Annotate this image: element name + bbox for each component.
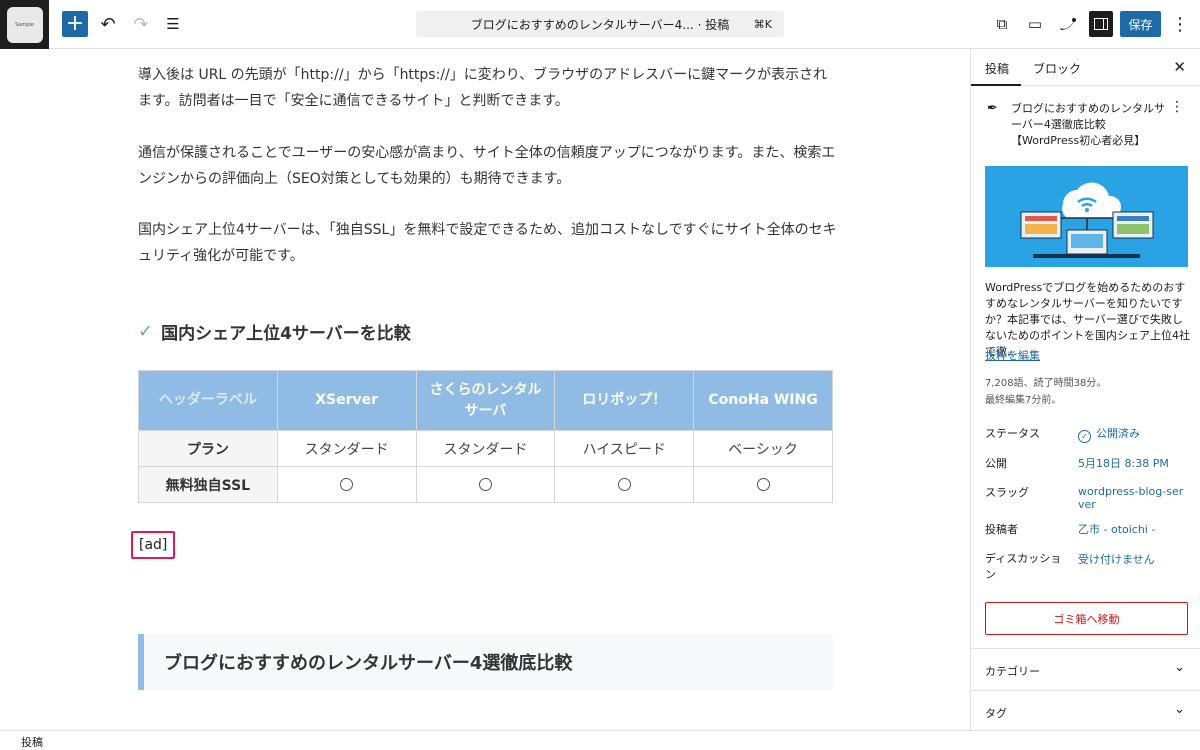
active-tab-indicator (971, 84, 1021, 86)
table-cell[interactable]: ハイスピード (554, 430, 695, 467)
table-header-row: ヘッダーラベル XServer さくらのレンタルサーバ ロリポップ！ ConoH… (138, 370, 833, 431)
site-logo-text: Sample (15, 21, 34, 28)
table-cell[interactable]: ○ (415, 466, 556, 503)
circle-mark-icon (617, 478, 631, 491)
sidebar-tabs: 投稿 ブロック ✕ (971, 49, 1200, 86)
table-cell[interactable]: スタンダード (276, 430, 417, 467)
table-row-header[interactable]: 無料独自SSL (138, 466, 278, 503)
circle-mark-icon (340, 478, 354, 491)
category-panel[interactable]: カテゴリー ⌄ (971, 648, 1200, 690)
heading-2-block[interactable]: ブログにおすすめのレンタルサーバー4選徹底比較 (138, 634, 833, 690)
table-row: プラン スタンダード スタンダード ハイスピード ベーシック (138, 430, 833, 467)
settings-toggle-button[interactable] (1089, 11, 1113, 37)
table-header-cell[interactable]: ロリポップ！ (554, 370, 695, 431)
preview-icon[interactable]: ▭ (1025, 10, 1045, 38)
list-view-icon[interactable]: ☰ (163, 10, 183, 38)
plugin-icon[interactable] (1057, 10, 1079, 38)
close-icon[interactable]: ✕ (1173, 58, 1186, 76)
kebab-menu-icon[interactable]: ⋮ (1170, 99, 1184, 115)
swell-plugin-icon (1060, 18, 1076, 30)
editor-canvas[interactable]: 導入後は URL の先頭が「http://」から「https://」に変わり、ブ… (0, 49, 970, 730)
table-row: 無料独自SSL ○ ○ ○ ○ (138, 466, 833, 503)
featured-image[interactable] (985, 166, 1188, 267)
heading-3-text: 国内シェア上位4サーバーを比較 (161, 324, 411, 344)
heading-3-block[interactable]: ✓ 国内シェア上位4サーバーを比較 (138, 319, 411, 344)
shortcode-block[interactable]: [ad] (131, 531, 176, 559)
post-pen-icon: ✒ (987, 101, 998, 116)
publish-label: 公開 (985, 457, 1007, 470)
table-header-cell[interactable]: さくらのレンタルサーバ (415, 370, 556, 431)
author-value[interactable]: 乙市 - otoichi - (1078, 523, 1188, 536)
chevron-down-icon: ⌄ (1174, 702, 1185, 717)
status-value[interactable]: ✓ 公開済み (1078, 427, 1188, 443)
site-logo-button[interactable]: Sample (0, 0, 49, 49)
document-title-bar[interactable]: ブログにおすすめのレンタルサーバー4... · 投稿 ⌘K (416, 11, 784, 37)
add-block-icon[interactable]: + (62, 11, 88, 37)
document-title: ブログにおすすめのレンタルサーバー4... · 投稿 (470, 17, 730, 32)
discussion-value[interactable]: 受け付けません (1078, 553, 1188, 566)
post-meta: 7,208語、読了時間38分。 最終編集7分前。 (985, 375, 1106, 409)
circle-mark-icon (756, 478, 770, 491)
table-cell[interactable]: ○ (554, 466, 695, 503)
tab-post[interactable]: 投稿 (985, 60, 1009, 77)
table-cell[interactable]: ベーシック (693, 430, 833, 467)
circle-mark-icon (478, 478, 492, 491)
word-count: 7,208語、読了時間38分。 (985, 378, 1107, 389)
discussion-label: ディスカッション (985, 552, 1062, 581)
paragraph-block[interactable]: 導入後は URL の先頭が「http://」から「https://」に変わり、ブ… (138, 62, 838, 114)
table-cell[interactable]: スタンダード (415, 430, 556, 467)
undo-icon[interactable]: ↶ (98, 10, 118, 38)
slug-value[interactable]: wordpress-blog-server (1078, 485, 1188, 511)
tab-block[interactable]: ブロック (1033, 60, 1081, 77)
settings-sidebar: 投稿 ブロック ✕ ✒ ブログにおすすめのレンタルサーバー4選徹底比較【Word… (970, 49, 1200, 730)
table-row-header[interactable]: プラン (138, 430, 278, 467)
chevron-down-icon: ⌄ (1174, 660, 1185, 675)
published-check-icon: ✓ (1078, 430, 1091, 443)
breadcrumb-post[interactable]: 投稿 (21, 734, 43, 750)
site-logo-image: Sample (6, 6, 43, 43)
move-to-trash-button[interactable]: ゴミ箱へ移動 (985, 602, 1188, 635)
paragraph-block[interactable]: 国内シェア上位4サーバーは、「独自SSL」を無料で設定できるため、追加コストなし… (138, 217, 838, 269)
status-label: ステータス (985, 427, 1040, 440)
tag-panel-label: タグ (985, 707, 1007, 720)
last-edited: 最終編集7分前。 (985, 395, 1062, 406)
tag-panel[interactable]: タグ ⌄ (971, 690, 1200, 730)
view-post-icon[interactable]: ⧉ (992, 10, 1012, 38)
publish-date-value[interactable]: 5月18日 8:38 PM (1078, 457, 1188, 470)
table-cell[interactable]: ○ (693, 466, 833, 503)
paragraph-block[interactable]: 通信が保護されることでユーザーの安心感が高まり、サイト全体の信頼度アップにつなが… (138, 140, 838, 192)
table-cell[interactable]: ○ (276, 466, 417, 503)
command-shortcut: ⌘K (753, 17, 772, 31)
status-value-text: 公開済み (1096, 427, 1140, 440)
post-title-summary: ブログにおすすめのレンタルサーバー4選徹底比較【WordPress初心者必見】 (1011, 102, 1165, 147)
comparison-table-block[interactable]: ヘッダーラベル XServer さくらのレンタルサーバ ロリポップ！ ConoH… (138, 370, 833, 503)
edit-excerpt-link[interactable]: 抜粋を編集 (985, 347, 1040, 363)
slug-label: スラッグ (985, 486, 1029, 499)
table-header-cell[interactable]: XServer (276, 370, 417, 431)
editor-top-toolbar: Sample + ↶ ↷ ☰ ブログにおすすめのレンタルサーバー4... · 投… (0, 0, 1200, 49)
table-header-cell[interactable]: ヘッダーラベル (138, 370, 278, 431)
save-button[interactable]: 保存 (1120, 11, 1161, 37)
check-icon: ✓ (138, 321, 154, 342)
block-breadcrumb-bar: 投稿 (0, 730, 1200, 750)
redo-icon[interactable]: ↷ (131, 10, 151, 38)
category-panel-label: カテゴリー (985, 665, 1040, 678)
options-icon[interactable]: ⋮ (1171, 10, 1189, 38)
author-label: 投稿者 (985, 523, 1018, 536)
sidebar-icon (1094, 18, 1108, 30)
heading-2-text: ブログにおすすめのレンタルサーバー4選徹底比較 (164, 653, 573, 674)
cloud-server-illustration (985, 166, 1188, 267)
table-header-cell[interactable]: ConoHa WING (693, 370, 833, 431)
